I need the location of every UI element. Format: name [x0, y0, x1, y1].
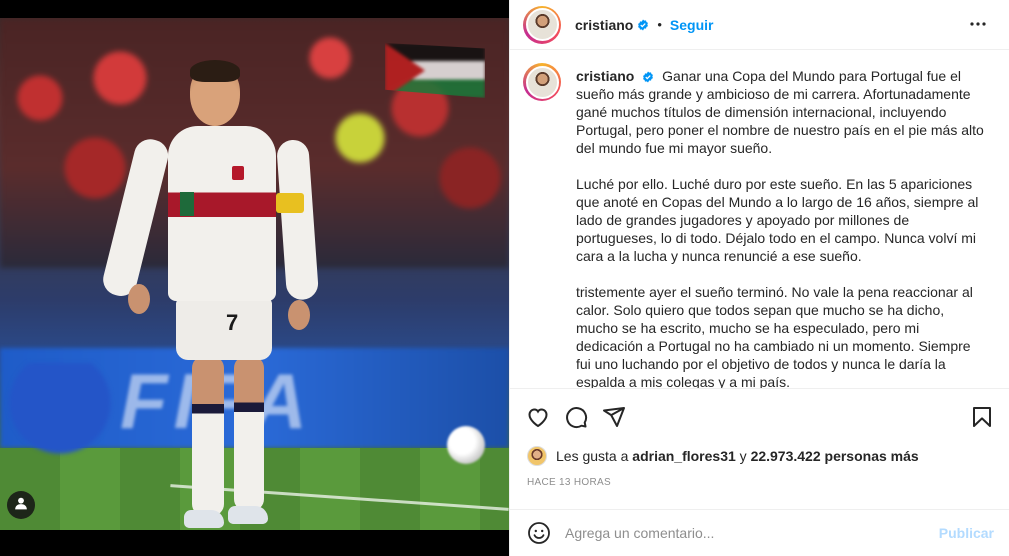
caption-author-avatar[interactable]: [523, 63, 561, 101]
caption-area[interactable]: cristiano Ganar una Copa del Mundo para …: [510, 51, 1009, 388]
post-side-panel: cristiano • Seguir cristiano Ganar una C…: [509, 0, 1009, 556]
player-right-hand: [288, 300, 310, 330]
caption-body: Ganar una Copa del Mundo para Portugal f…: [576, 68, 984, 156]
caption-paragraph: cristiano Ganar una Copa del Mundo para …: [576, 67, 986, 157]
flag-in-crowd: [385, 43, 485, 98]
player-hair: [190, 60, 240, 82]
caption-paragraph: tristemente ayer el sueño terminó. No va…: [576, 284, 973, 388]
player-figure: 7: [99, 58, 320, 530]
user-tag-icon: [14, 496, 28, 515]
author-username[interactable]: cristiano: [575, 17, 633, 33]
header-separator: •: [657, 17, 662, 32]
player-right-boot: [228, 506, 268, 524]
likes-connector: y: [739, 448, 747, 464]
player-right-leg: [234, 356, 264, 511]
caption-paragraph: Luché por ello. Luché duro por este sueñ…: [576, 176, 979, 264]
player-number: 7: [226, 310, 239, 335]
post-header: cristiano • Seguir: [510, 0, 1009, 50]
verified-badge-icon: [642, 71, 654, 83]
action-buttons: [526, 405, 626, 429]
player-shorts: [176, 298, 272, 360]
heart-icon[interactable]: [526, 405, 550, 429]
comment-composer: Publicar: [510, 509, 1009, 556]
actions-section: Les gusta a adrian_flores31 y 22.973.422…: [510, 388, 1009, 488]
bookmark-icon[interactable]: [970, 405, 994, 429]
author-avatar[interactable]: [523, 5, 561, 44]
more-options-icon[interactable]: [966, 12, 990, 41]
publish-button[interactable]: Publicar: [939, 525, 994, 541]
comment-input[interactable]: [565, 525, 939, 541]
caption-username[interactable]: cristiano: [576, 68, 634, 84]
user-tag-button[interactable]: [7, 491, 35, 519]
captain-armband: [276, 193, 304, 213]
player-left-boot: [184, 510, 224, 528]
jersey-green-stripe: [180, 192, 194, 216]
post-photo[interactable]: FIFA 7: [0, 18, 509, 530]
player-left-hand: [128, 284, 150, 314]
follow-button[interactable]: Seguir: [670, 17, 714, 33]
likes-summary[interactable]: Les gusta a adrian_flores31 y 22.973.422…: [527, 446, 919, 466]
liker-avatar[interactable]: [527, 446, 547, 466]
likes-count[interactable]: 22.973.422 personas más: [751, 448, 919, 464]
background-player: [0, 363, 120, 463]
author-avatar-image: [525, 8, 559, 41]
liker-username[interactable]: adrian_flores31: [632, 448, 736, 464]
post-timestamp[interactable]: HACE 13 HORAS: [527, 477, 611, 488]
post-media: FIFA 7: [0, 0, 509, 556]
caption-text: cristiano Ganar una Copa del Mundo para …: [576, 67, 986, 388]
share-icon[interactable]: [602, 405, 626, 429]
likes-prefix: Les gusta a: [556, 448, 629, 464]
verified-badge-icon: [637, 19, 649, 31]
football: [447, 426, 485, 464]
caption-author-avatar-image: [525, 65, 559, 99]
comment-icon[interactable]: [564, 405, 588, 429]
emoji-icon[interactable]: [527, 521, 551, 545]
player-left-leg: [192, 356, 224, 516]
jersey-crest: [232, 166, 244, 180]
player-right-arm: [276, 138, 320, 301]
